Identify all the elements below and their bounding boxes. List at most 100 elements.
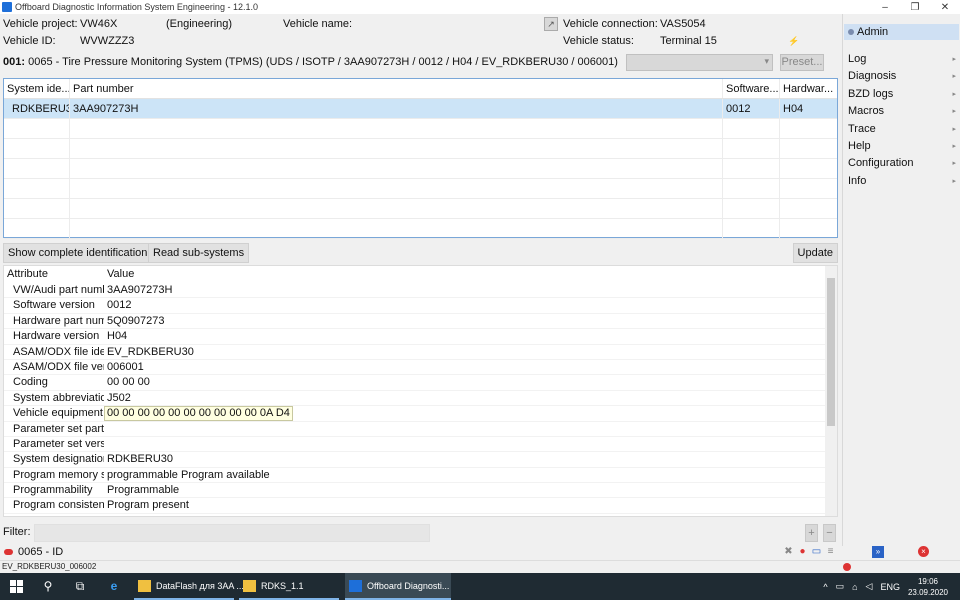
column-header-hardware[interactable]: Hardwar... bbox=[780, 79, 837, 98]
column-header-system-id[interactable]: System ide... bbox=[4, 79, 70, 98]
status-icon-group: ✖ ● ▭ ≡ bbox=[783, 546, 836, 557]
vehicle-header: Vehicle project: VW46X (Engineering) Veh… bbox=[0, 14, 840, 50]
system-tray: ^ ▭ ⌂ ◁ ENG 19:06 23.09.2020 bbox=[823, 573, 960, 600]
table-row[interactable]: Software version 0012 bbox=[4, 298, 837, 314]
taskbar-item-odis[interactable]: Offboard Diagnosti... bbox=[345, 573, 451, 600]
user-icon bbox=[848, 29, 854, 35]
stop-icon[interactable]: × bbox=[918, 546, 929, 557]
attribute-name: Parameter set part bbox=[13, 422, 104, 435]
cell-system-id: RDKBERU3 bbox=[4, 99, 70, 118]
close-button[interactable]: ✕ bbox=[930, 0, 960, 14]
filter-add-button[interactable]: + bbox=[805, 524, 818, 542]
error-indicator-icon[interactable] bbox=[843, 563, 851, 571]
cell-hardware: H04 bbox=[783, 103, 804, 115]
scrollbar-thumb[interactable] bbox=[827, 278, 835, 426]
attribute-name: Software version bbox=[13, 299, 95, 312]
tab-label: 0065 - ID bbox=[18, 546, 64, 558]
window-icon[interactable]: ▭ bbox=[811, 546, 822, 557]
menu-item-bzd-logs[interactable]: BZD logs ▸ bbox=[843, 86, 960, 103]
table-row[interactable]: ASAM/ODX file ver 006001 bbox=[4, 360, 837, 376]
table-row[interactable]: Hardware part num 5Q0907273 bbox=[4, 314, 837, 330]
table-row[interactable]: RDKBERU3 3AA907273H 0012 H04 bbox=[4, 99, 837, 119]
attribute-name: System designation bbox=[13, 453, 104, 466]
empty-row bbox=[4, 119, 837, 139]
empty-row bbox=[4, 139, 837, 159]
attribute-name: Program memory s bbox=[13, 468, 104, 481]
attribute-value bbox=[104, 437, 107, 451]
table-row[interactable]: Coding 00 00 00 bbox=[4, 375, 837, 391]
vehicle-status-value: Terminal 15 bbox=[660, 35, 717, 47]
show-complete-identification-button[interactable]: Show complete identification bbox=[3, 243, 153, 263]
list-icon[interactable]: ≡ bbox=[825, 546, 836, 557]
task-view-icon[interactable]: ⧉ bbox=[73, 579, 87, 593]
tray-overflow-icon[interactable]: ^ bbox=[823, 582, 827, 592]
table-row[interactable]: Parameter set part bbox=[4, 422, 837, 437]
connection-plug-icon: ⚡ bbox=[788, 36, 800, 46]
action-button-bar: Show complete identification Read sub-sy… bbox=[3, 243, 838, 263]
table-row[interactable]: Hardware version H04 bbox=[4, 329, 837, 345]
window-titlebar: Offboard Diagnostic Information System E… bbox=[0, 0, 960, 14]
attribute-table: Attribute Value VW/Audi part numb 3AA9072… bbox=[3, 265, 838, 517]
menu-item-help[interactable]: Help ▸ bbox=[843, 138, 960, 155]
taskbar-item-label: RDKS_1.1 bbox=[261, 581, 304, 591]
filter-remove-button[interactable]: − bbox=[823, 524, 836, 542]
vehicle-status-icon[interactable]: ● bbox=[797, 546, 808, 557]
table-row[interactable]: Parameter set vers bbox=[4, 437, 837, 453]
network-icon[interactable]: ⌂ bbox=[852, 582, 857, 592]
system-description: 0065 - Tire Pressure Monitoring System (… bbox=[28, 56, 618, 68]
column-header-value[interactable]: Value bbox=[104, 266, 134, 283]
attribute-value bbox=[104, 422, 107, 436]
table-row[interactable]: Program memory s programmable Program ava… bbox=[4, 468, 837, 484]
system-label: 001: 0065 - Tire Pressure Monitoring Sys… bbox=[3, 52, 618, 72]
vehicle-status-label: Vehicle status: bbox=[563, 35, 634, 47]
table-row[interactable]: VW/Audi part numb 3AA907273H bbox=[4, 283, 837, 299]
minimize-button[interactable]: – bbox=[870, 0, 900, 14]
menu-item-label: Help bbox=[848, 140, 871, 152]
search-icon[interactable]: ⚲ bbox=[41, 579, 55, 593]
attribute-name: Vehicle equipment bbox=[13, 407, 103, 420]
restore-button[interactable]: ❐ bbox=[900, 0, 930, 14]
filter-bar: Filter: + − bbox=[0, 522, 840, 544]
battery-icon[interactable]: ▭ bbox=[836, 581, 845, 592]
taskbar-item-rdks[interactable]: RDKS_1.1 bbox=[239, 573, 339, 600]
user-admin[interactable]: Admin bbox=[844, 24, 959, 40]
document-tab-row: 0065 - ID ✖ ● ▭ ≡ bbox=[0, 544, 840, 560]
menu-item-configuration[interactable]: Configuration ▸ bbox=[843, 155, 960, 172]
forward-icon[interactable]: » bbox=[872, 546, 884, 558]
menu-item-log[interactable]: Log ▸ bbox=[843, 51, 960, 68]
menu-item-info[interactable]: Info ▸ bbox=[843, 173, 960, 190]
clock[interactable]: 19:06 23.09.2020 bbox=[908, 576, 948, 598]
menu-item-macros[interactable]: Macros ▸ bbox=[843, 103, 960, 120]
menu-item-diagnosis[interactable]: Diagnosis ▸ bbox=[843, 68, 960, 85]
edge-browser-icon[interactable]: e bbox=[107, 579, 121, 593]
column-header-part-number[interactable]: Part number bbox=[70, 79, 723, 98]
volume-icon[interactable]: ◁ bbox=[866, 581, 873, 592]
empty-row bbox=[4, 179, 837, 199]
empty-row bbox=[4, 199, 837, 219]
column-header-software[interactable]: Software... bbox=[723, 79, 780, 98]
filter-input[interactable] bbox=[34, 524, 430, 542]
attribute-name: Programmability bbox=[13, 484, 93, 497]
close-tab-icon[interactable]: ✖ bbox=[783, 546, 794, 557]
chevron-right-icon: ▸ bbox=[952, 73, 956, 81]
update-button[interactable]: Update bbox=[792, 243, 838, 263]
attribute-value: 00 00 00 00 00 00 00 00 00 00 0A D4 bbox=[104, 406, 293, 422]
read-subsystems-button[interactable]: Read sub-systems bbox=[148, 243, 250, 263]
column-header-attribute[interactable]: Attribute bbox=[4, 266, 104, 283]
table-row[interactable]: ASAM/ODX file iden EV_RDKBERU30 bbox=[4, 345, 837, 360]
table-row[interactable]: Vehicle equipment 00 00 00 00 00 00 00 00… bbox=[4, 406, 837, 422]
preset-button[interactable]: Preset... bbox=[780, 54, 824, 71]
table-row[interactable]: System designation RDKBERU30 bbox=[4, 452, 837, 468]
taskbar-item-dataflash[interactable]: DataFlash для 3AA ... bbox=[134, 573, 244, 600]
vehicle-info-button[interactable]: ↗ bbox=[544, 17, 558, 31]
language-indicator[interactable]: ENG bbox=[880, 582, 900, 592]
windows-start-icon[interactable] bbox=[10, 580, 23, 593]
vertical-scrollbar[interactable] bbox=[825, 266, 837, 516]
table-row[interactable]: System abbreviatio J502 bbox=[4, 391, 837, 407]
menu-item-trace[interactable]: Trace ▸ bbox=[843, 121, 960, 138]
tab-0065-id[interactable]: 0065 - ID bbox=[4, 544, 63, 560]
table-row[interactable]: Programmability Programmable bbox=[4, 483, 837, 499]
table-row[interactable]: Program consistenc Program present bbox=[4, 498, 837, 514]
menu-item-label: Info bbox=[848, 174, 867, 187]
system-dropdown[interactable] bbox=[626, 54, 773, 71]
